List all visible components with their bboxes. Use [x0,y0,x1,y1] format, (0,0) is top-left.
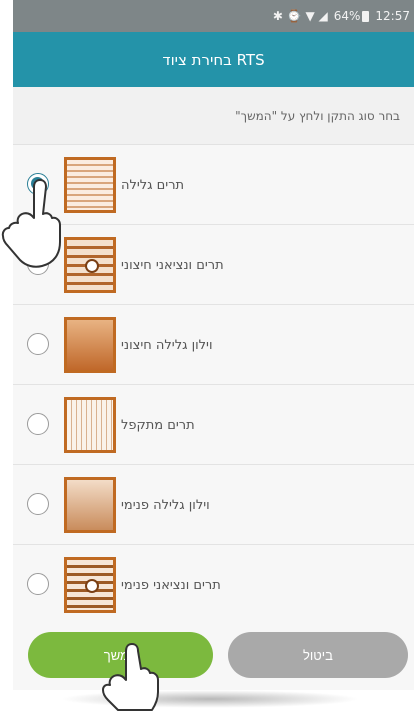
radio-button[interactable] [27,493,49,515]
device-label: וילון גלילה חיצוני [121,337,213,353]
roller-shutter-icon [64,157,116,213]
battery-icon [362,10,370,22]
folding-shutter-icon [64,397,116,453]
page-title-bar: בחירת ציוד RTS [13,32,414,87]
external-venetian-icon [64,237,116,293]
list-item[interactable]: תרים ונציאני חיצוני [13,225,414,305]
page-title: בחירת ציוד RTS [162,50,265,69]
device-label: תרים מתקפל [121,417,195,433]
device-label: תרים גלילה [121,177,185,193]
signal-icons: ✱ ⌚ ▼ ◢ [272,9,328,23]
instruction-text: בחר סוג התקן ולחץ על "המשך" [235,108,400,123]
internal-roller-blind-icon [64,477,116,533]
list-item[interactable]: וילון גלילה פנימי [13,465,414,545]
pointing-hand-icon [1,179,61,268]
instruction-bar: בחר סוג התקן ולחץ על "המשך" [13,87,414,145]
remote-knob-icon [85,579,99,593]
device-label: וילון גלילה פנימי [121,497,210,513]
list-item[interactable]: תרים מתקפל [13,385,414,465]
list-item[interactable]: וילון גלילה חיצוני [13,305,414,385]
status-bar: ✱ ⌚ ▼ ◢ 64% 12:57 [13,0,414,32]
remote-knob-icon [85,259,99,273]
device-label: תרים ונציאני פנימי [121,577,221,593]
external-roller-blind-icon [64,317,116,373]
radio-button[interactable] [27,413,49,435]
device-label: תרים ונציאני חיצוני [121,257,224,273]
internal-venetian-icon [64,557,116,613]
button-bar: המשך ביטול [13,620,414,690]
device-list: תרים גלילה תרים ונציאני חיצוני וילון גלי… [13,145,414,625]
pointing-hand-icon [102,643,159,711]
list-item[interactable]: תרים גלילה [13,145,414,225]
cancel-button[interactable]: ביטול [228,632,408,678]
radio-button[interactable] [27,573,49,595]
clock: 12:57 [375,9,410,23]
radio-button[interactable] [27,333,49,355]
battery-percent: 64% [334,9,370,23]
phone-screen: ✱ ⌚ ▼ ◢ 64% 12:57 בחירת ציוד RTS בחר סוג… [13,0,414,690]
list-item[interactable]: תרים ונציאני פנימי [13,545,414,625]
